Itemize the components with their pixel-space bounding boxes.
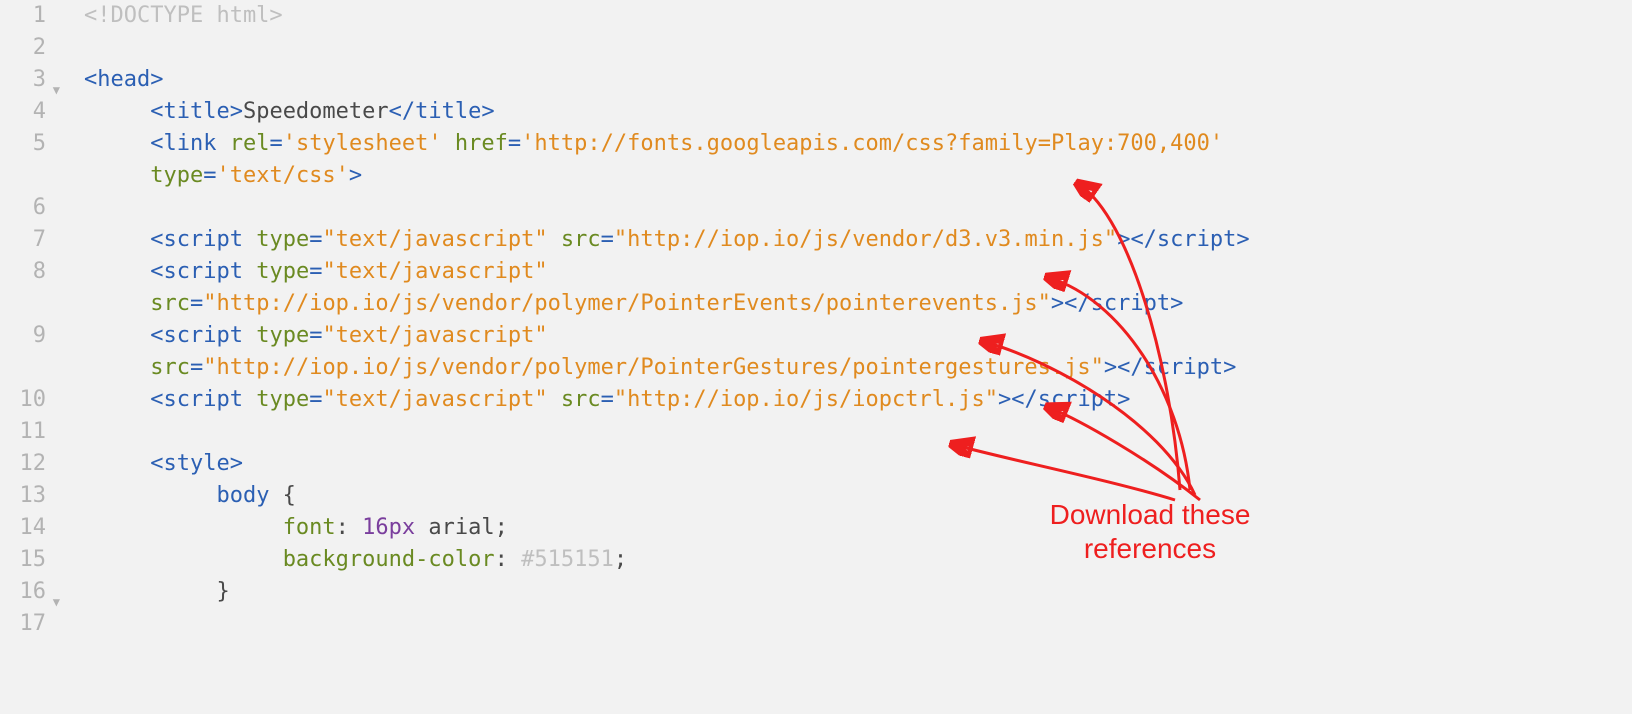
line-number: 15 [0,544,46,576]
line-number-gutter: 1234567891011121314151617 [0,0,58,714]
code-line[interactable]: <link rel='stylesheet' href='http://font… [84,128,1632,160]
code-line[interactable]: src="http://iop.io/js/vendor/polymer/Poi… [84,288,1632,320]
line-number: 14 [0,512,46,544]
code-line[interactable] [84,608,1632,640]
code-line[interactable]: <head> [84,64,1632,96]
code-line[interactable] [84,416,1632,448]
code-line[interactable]: type='text/css'> [84,160,1632,192]
code-line[interactable]: background-color: #515151; [84,544,1632,576]
code-line[interactable] [84,192,1632,224]
code-line[interactable] [84,32,1632,64]
code-line[interactable]: font: 16px arial; [84,512,1632,544]
line-number: 13 [0,480,46,512]
line-number: 2 [0,32,46,64]
line-number: 10 [0,384,46,416]
code-line[interactable]: <script type="text/javascript" src="http… [84,384,1632,416]
line-number: 12 [0,448,46,480]
code-line[interactable]: <script type="text/javascript" src="http… [84,224,1632,256]
code-line[interactable]: <script type="text/javascript" [84,256,1632,288]
line-number [0,160,46,192]
code-line[interactable]: <style> [84,448,1632,480]
line-number: 9 [0,320,46,352]
line-number: 6 [0,192,46,224]
line-number: 4 [0,96,46,128]
line-number: 3 [0,64,46,96]
line-number: 17 [0,608,46,640]
line-number: 7 [0,224,46,256]
code-area[interactable]: <!DOCTYPE html> <head> <title>Speedomete… [58,0,1632,714]
code-line[interactable]: <script type="text/javascript" [84,320,1632,352]
code-editor[interactable]: 1234567891011121314151617 <!DOCTYPE html… [0,0,1632,714]
code-line[interactable]: <title>Speedometer</title> [84,96,1632,128]
line-number: 11 [0,416,46,448]
line-number: 5 [0,128,46,160]
line-number: 1 [0,0,46,32]
code-line[interactable]: src="http://iop.io/js/vendor/polymer/Poi… [84,352,1632,384]
line-number: 8 [0,256,46,288]
code-line[interactable]: } [84,576,1632,608]
line-number: 16 [0,576,46,608]
line-number [0,352,46,384]
code-line[interactable]: body { [84,480,1632,512]
code-line[interactable]: <!DOCTYPE html> [84,0,1632,32]
line-number [0,288,46,320]
